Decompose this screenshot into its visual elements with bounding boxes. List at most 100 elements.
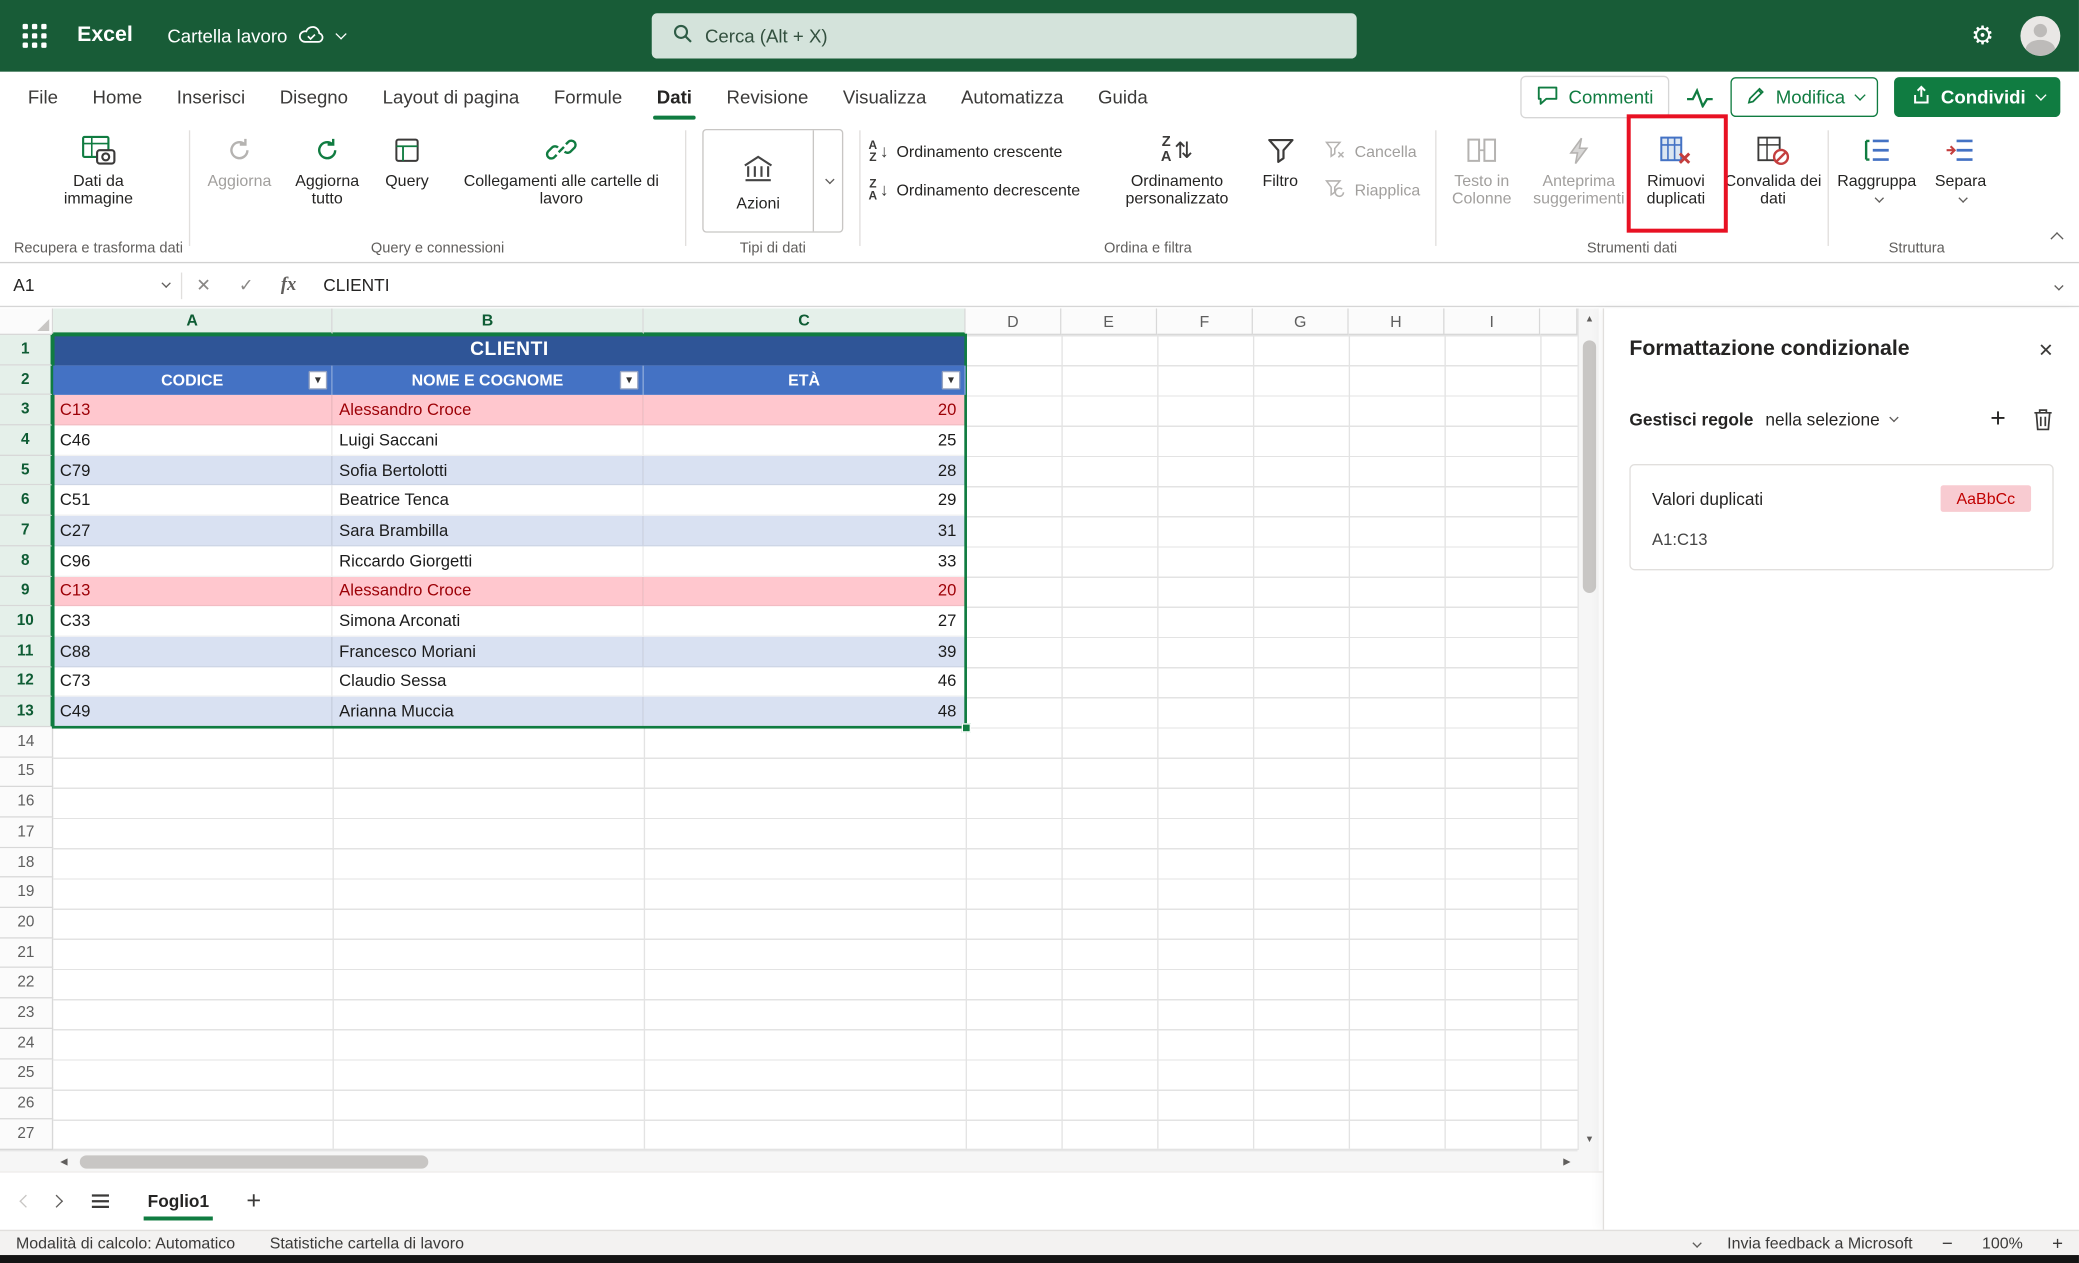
row-header-22[interactable]: 22 — [0, 968, 53, 998]
table-header-cell[interactable]: CODICE ▾ — [53, 365, 332, 395]
zoom-in-button[interactable]: + — [2052, 1234, 2063, 1253]
cell[interactable]: Sofia Bertolotti — [333, 456, 644, 486]
cell[interactable]: 31 — [644, 516, 966, 546]
sheet-tab-foglio1[interactable]: Foglio1 — [132, 1173, 225, 1230]
cell[interactable]: C96 — [53, 546, 332, 576]
cell[interactable]: Simona Arconati — [333, 607, 644, 637]
row-header-13[interactable]: 13 — [0, 697, 53, 727]
account-avatar[interactable] — [2020, 16, 2060, 56]
add-sheet-button[interactable]: + — [246, 1189, 261, 1214]
workbook-links-button[interactable]: Collegamenti alle cartelle di lavoro — [444, 122, 678, 207]
editing-mode-button[interactable]: Modifica — [1731, 77, 1879, 117]
scroll-right-button[interactable]: ▶ — [1556, 1151, 1577, 1172]
tab-disegno[interactable]: Disegno — [262, 72, 365, 123]
vertical-scrollbar[interactable]: ▲ ▼ — [1577, 308, 1598, 1150]
document-title[interactable]: Cartella lavoro — [167, 25, 343, 48]
next-sheet-button[interactable] — [52, 1197, 61, 1206]
custom-sort-button[interactable]: ZA⇅ Ordinamento personalizzato — [1112, 122, 1242, 207]
column-header-A[interactable]: A — [53, 308, 332, 335]
row-header-20[interactable]: 20 — [0, 908, 53, 938]
group-button[interactable]: Raggruppa — [1834, 122, 1919, 203]
scroll-up-button[interactable]: ▲ — [1579, 308, 1600, 329]
column-header-F[interactable]: F — [1157, 308, 1253, 335]
cell[interactable]: Beatrice Tenca — [333, 486, 644, 516]
row-header-7[interactable]: 7 — [0, 516, 53, 546]
tab-automatizza[interactable]: Automatizza — [944, 72, 1081, 123]
search-box[interactable] — [652, 13, 1357, 58]
ungroup-button[interactable]: Separa — [1922, 122, 1999, 203]
row-header-27[interactable]: 27 — [0, 1119, 53, 1149]
cell[interactable]: C33 — [53, 607, 332, 637]
row-header-4[interactable]: 4 — [0, 426, 53, 456]
share-button[interactable]: Condividi — [1894, 77, 2060, 117]
cell[interactable]: C49 — [53, 697, 332, 727]
row-header-14[interactable]: 14 — [0, 727, 53, 757]
cell[interactable]: 48 — [644, 697, 966, 727]
column-header-D[interactable]: D — [966, 308, 1062, 335]
tab-guida[interactable]: Guida — [1081, 72, 1165, 123]
row-header-5[interactable]: 5 — [0, 456, 53, 486]
tab-inserisci[interactable]: Inserisci — [160, 72, 263, 123]
query-button[interactable]: Query — [372, 122, 441, 190]
row-header-17[interactable]: 17 — [0, 818, 53, 848]
cell[interactable]: 25 — [644, 426, 966, 456]
row-header-21[interactable]: 21 — [0, 938, 53, 968]
cell[interactable]: C13 — [53, 395, 332, 425]
remove-duplicates-button[interactable]: Rimuovi duplicati — [1633, 122, 1718, 207]
actions-gallery[interactable]: Azioni — [702, 129, 843, 233]
filter-dropdown-button[interactable]: ▾ — [942, 371, 961, 390]
table-header-cell[interactable]: ETÀ ▾ — [644, 365, 966, 395]
row-header-26[interactable]: 26 — [0, 1089, 53, 1119]
refresh-all-button[interactable]: Aggiorna tutto — [285, 122, 370, 207]
confirm-entry-button[interactable]: ✓ — [225, 275, 268, 296]
cell[interactable]: 20 — [644, 395, 966, 425]
zoom-out-button[interactable]: − — [1942, 1234, 1953, 1253]
search-input[interactable] — [705, 25, 1264, 46]
activity-icon[interactable] — [1685, 87, 1714, 107]
row-header-12[interactable]: 12 — [0, 667, 53, 697]
column-header-I[interactable]: I — [1444, 308, 1540, 335]
name-box[interactable]: A1 — [0, 265, 181, 306]
fill-handle[interactable] — [962, 723, 971, 732]
row-header-8[interactable]: 8 — [0, 546, 53, 576]
feedback-link[interactable]: Invia feedback a Microsoft — [1727, 1234, 1912, 1253]
zoom-level[interactable]: 100% — [1982, 1234, 2023, 1253]
comments-button[interactable]: Commenti — [1521, 76, 1670, 119]
cell[interactable]: C51 — [53, 486, 332, 516]
row-header-1[interactable]: 1 — [0, 335, 53, 365]
tab-revisione[interactable]: Revisione — [709, 72, 825, 123]
previous-sheet-button[interactable] — [21, 1197, 30, 1206]
workbook-stats-status[interactable]: Statistiche cartella di lavoro — [270, 1234, 464, 1253]
tab-home[interactable]: Home — [75, 72, 159, 123]
vertical-scroll-thumb[interactable] — [1583, 340, 1596, 593]
select-all-corner[interactable] — [0, 308, 53, 335]
rules-scope-dropdown[interactable]: nella selezione — [1765, 409, 1895, 429]
table-header-cell[interactable]: NOME E COGNOME ▾ — [333, 365, 644, 395]
cell[interactable]: 28 — [644, 456, 966, 486]
cell[interactable]: 29 — [644, 486, 966, 516]
row-header-3[interactable]: 3 — [0, 395, 53, 425]
column-header-partial[interactable] — [1540, 308, 1577, 335]
add-rule-button[interactable]: + — [1990, 405, 2006, 432]
data-validation-button[interactable]: Convalida dei dati — [1721, 122, 1825, 207]
sort-ascending-button[interactable]: AZ↓ Ordinamento crescente — [863, 134, 1109, 167]
insert-function-button[interactable]: fx — [267, 274, 310, 297]
expand-formula-bar-button[interactable] — [2054, 273, 2061, 297]
tab-file[interactable]: File — [11, 72, 76, 123]
actions-dropdown-button[interactable] — [813, 130, 842, 231]
cell[interactable]: 46 — [644, 667, 966, 697]
horizontal-scrollbar[interactable]: ◀ ▶ — [0, 1150, 1577, 1171]
column-header-B[interactable]: B — [333, 308, 644, 335]
cell[interactable]: C73 — [53, 667, 332, 697]
calc-mode-status[interactable]: Modalità di calcolo: Automatico — [16, 1234, 235, 1253]
app-launcher-button[interactable] — [0, 0, 69, 72]
cell[interactable]: Alessandro Croce — [333, 576, 644, 606]
column-header-E[interactable]: E — [1061, 308, 1157, 335]
cell[interactable]: Arianna Muccia — [333, 697, 644, 727]
cell[interactable]: Sara Brambilla — [333, 516, 644, 546]
rule-item[interactable]: Valori duplicati AaBbCc — [1652, 485, 2031, 512]
cell[interactable]: 33 — [644, 546, 966, 576]
cell[interactable]: Francesco Moriani — [333, 637, 644, 667]
row-header-11[interactable]: 11 — [0, 637, 53, 667]
row-header-15[interactable]: 15 — [0, 757, 53, 787]
